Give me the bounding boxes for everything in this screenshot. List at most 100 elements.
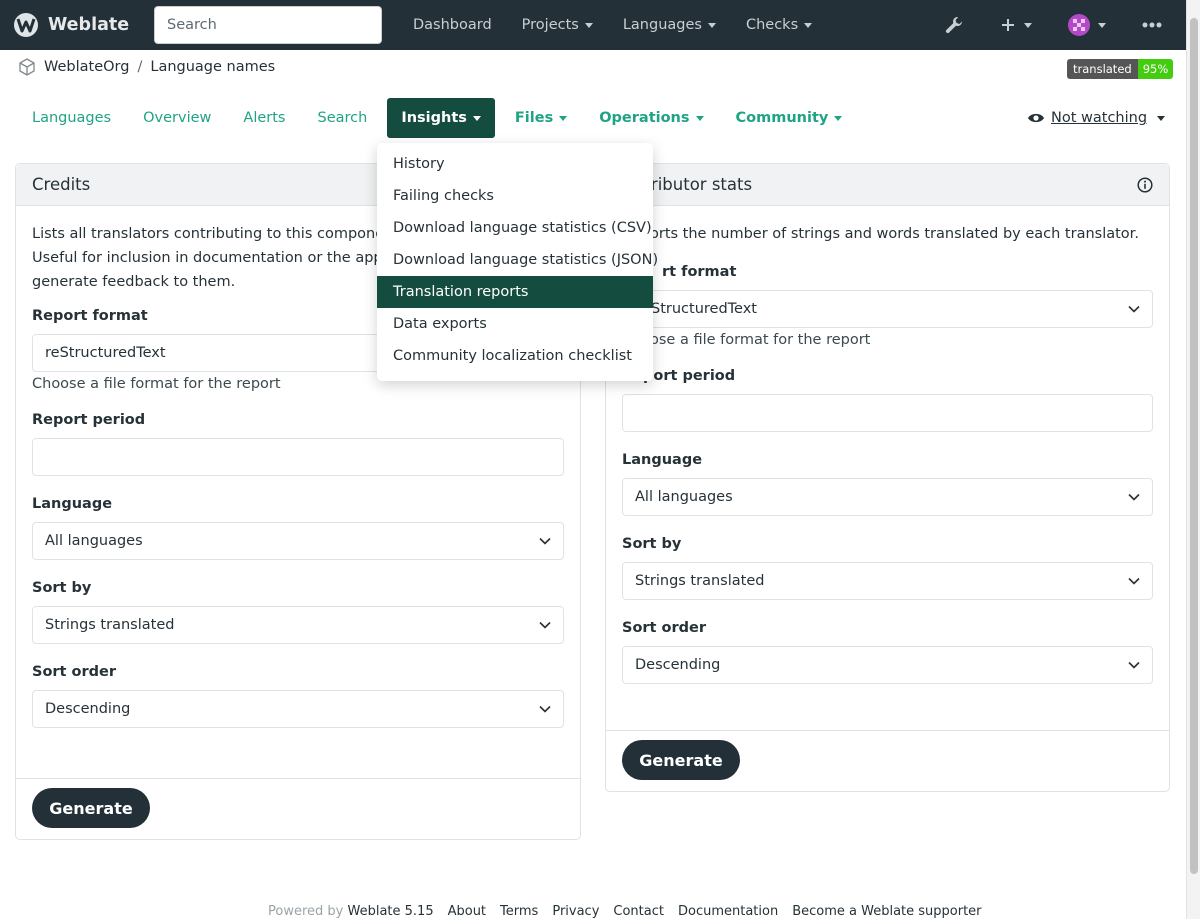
credits-description-line1: Lists all translators contributing to th… xyxy=(32,226,408,242)
chevron-down-icon xyxy=(539,537,551,545)
stats-body: orts the number of strings and words tra… xyxy=(606,206,1169,684)
caret-down-icon xyxy=(559,115,568,121)
footer-link-contact[interactable]: Contact xyxy=(613,904,664,919)
credits-period-group: Report period xyxy=(32,412,564,476)
badge-value: 95% xyxy=(1137,59,1174,79)
tab-search-label: Search xyxy=(317,110,368,126)
caret-down-icon xyxy=(804,22,813,28)
nav-projects-label: Projects xyxy=(521,17,579,33)
tab-community[interactable]: Community xyxy=(720,98,859,138)
tab-alerts[interactable]: Alerts xyxy=(227,98,301,138)
menu-item-translation-reports[interactable]: Translation reports xyxy=(377,276,653,308)
info-icon[interactable] xyxy=(1137,176,1153,193)
tab-languages[interactable]: Languages xyxy=(16,98,127,138)
nav-projects[interactable]: Projects xyxy=(507,17,608,33)
footer-link-terms[interactable]: Terms xyxy=(500,904,538,919)
watch-toggle[interactable]: Not watching xyxy=(1027,110,1166,126)
stats-period-group: Report period xyxy=(622,368,1153,432)
menu-item-download-stats-csv[interactable]: Download language statistics (CSV) xyxy=(377,212,653,244)
footer-link-about[interactable]: About xyxy=(448,904,486,919)
avatar-icon xyxy=(1068,14,1090,36)
nav-checks[interactable]: Checks xyxy=(731,17,827,33)
badge-label: translated xyxy=(1067,59,1138,79)
tab-search[interactable]: Search xyxy=(301,98,383,138)
language-select[interactable]: All languages xyxy=(32,522,564,560)
nav-languages[interactable]: Languages xyxy=(608,17,731,33)
tab-insights-label: Insights xyxy=(401,110,467,126)
stats-sortorder-group: Sort order Descending xyxy=(622,620,1153,684)
stats-sort-by-select[interactable]: Strings translated xyxy=(622,562,1153,600)
nav-dashboard-label: Dashboard xyxy=(413,17,492,33)
caret-down-icon xyxy=(584,22,593,28)
breadcrumb: WeblateOrg / Language names xyxy=(18,58,275,76)
footer-link-privacy[interactable]: Privacy xyxy=(552,904,599,919)
brand-logo[interactable]: Weblate xyxy=(12,12,129,38)
tab-operations[interactable]: Operations xyxy=(583,98,719,138)
stats-sort-order-label: Sort order xyxy=(622,620,707,636)
page-footer: Powered by Weblate 5.15 About Terms Priv… xyxy=(268,904,982,919)
generate-stats-button[interactable]: Generate xyxy=(622,740,740,780)
credits-description-line2: Useful for inclusion in documentation or… xyxy=(32,250,414,266)
menu-item-download-stats-json[interactable]: Download language statistics (JSON) xyxy=(377,244,658,276)
page-scrollbar[interactable] xyxy=(1186,0,1200,919)
weblate-logo-icon xyxy=(14,13,38,37)
tab-files-label: Files xyxy=(514,110,554,126)
caret-down-icon xyxy=(1024,22,1032,28)
caret-down-icon xyxy=(1157,115,1166,121)
stats-language-select[interactable]: All languages xyxy=(622,478,1153,516)
wrench-icon xyxy=(945,17,962,34)
search-input[interactable] xyxy=(154,6,382,44)
top-navbar: Weblate Dashboard Projects Languages Che… xyxy=(0,0,1186,50)
stats-sort-order-value: Descending xyxy=(635,657,721,673)
stats-sort-by-value: Strings translated xyxy=(635,573,765,589)
wrench-button[interactable] xyxy=(944,15,964,35)
tab-files[interactable]: Files xyxy=(499,98,583,138)
nav-dashboard[interactable]: Dashboard xyxy=(398,17,507,33)
caret-down-icon xyxy=(695,115,704,121)
breadcrumb-separator: / xyxy=(137,59,143,75)
report-period-input[interactable] xyxy=(32,438,564,476)
stats-sort-order-select[interactable]: Descending xyxy=(622,646,1153,684)
footer-link-documentation[interactable]: Documentation xyxy=(678,904,778,919)
credits-description-line3: generate feedback to them. xyxy=(32,274,236,290)
sort-order-select[interactable]: Descending xyxy=(32,690,564,728)
stats-report-format-label: rt format xyxy=(662,264,737,280)
user-menu-button[interactable] xyxy=(1068,14,1106,36)
stats-header: ntributor stats xyxy=(606,164,1169,206)
insights-dropdown-menu: History Failing checks Download language… xyxy=(377,143,658,381)
nav-checks-label: Checks xyxy=(745,17,799,33)
main-nav: Dashboard Projects Languages Checks xyxy=(398,0,827,50)
footer-version[interactable]: Weblate 5.15 xyxy=(348,904,434,919)
language-label: Language xyxy=(32,496,113,512)
menu-item-failing-checks[interactable]: Failing checks xyxy=(377,180,653,212)
stats-language-value: All languages xyxy=(635,489,733,505)
caret-down-icon xyxy=(1098,22,1106,28)
tab-overview[interactable]: Overview xyxy=(127,98,227,138)
stats-report-format-select[interactable]: StructuredText xyxy=(622,290,1153,328)
breadcrumb-project[interactable]: WeblateOrg xyxy=(44,59,129,75)
translation-status-badge[interactable]: translated 95% xyxy=(1067,59,1174,79)
menu-item-data-exports[interactable]: Data exports xyxy=(377,308,653,340)
contributor-stats-card: ntributor stats orts the number of strin… xyxy=(605,163,1170,792)
scrollbar-thumb[interactable] xyxy=(1190,18,1198,874)
add-button[interactable] xyxy=(1000,17,1032,33)
sort-by-label: Sort by xyxy=(32,580,92,596)
component-tabs: Languages Overview Alerts Search Insight… xyxy=(16,98,858,138)
stats-sort-by-label: Sort by xyxy=(622,536,682,552)
menu-item-localization-checklist[interactable]: Community localization checklist xyxy=(377,340,653,372)
generate-credits-button[interactable]: Generate xyxy=(32,788,150,828)
stats-sortby-group: Sort by Strings translated xyxy=(622,536,1153,600)
menu-item-history[interactable]: History xyxy=(377,148,653,180)
tab-insights[interactable]: Insights xyxy=(387,98,495,138)
more-icon xyxy=(1142,22,1162,28)
chevron-down-icon xyxy=(539,705,551,713)
tab-languages-label: Languages xyxy=(32,110,112,126)
breadcrumb-component[interactable]: Language names xyxy=(150,59,275,75)
stats-report-format-value: StructuredText xyxy=(651,301,757,317)
sort-by-select[interactable]: Strings translated xyxy=(32,606,564,644)
credits-language-group: Language All languages xyxy=(32,496,564,560)
stats-format-group: rt format StructuredText ose a file form… xyxy=(622,264,1153,348)
footer-link-supporter[interactable]: Become a Weblate supporter xyxy=(792,904,981,919)
stats-report-period-input[interactable] xyxy=(622,394,1153,432)
more-button[interactable] xyxy=(1142,22,1162,28)
